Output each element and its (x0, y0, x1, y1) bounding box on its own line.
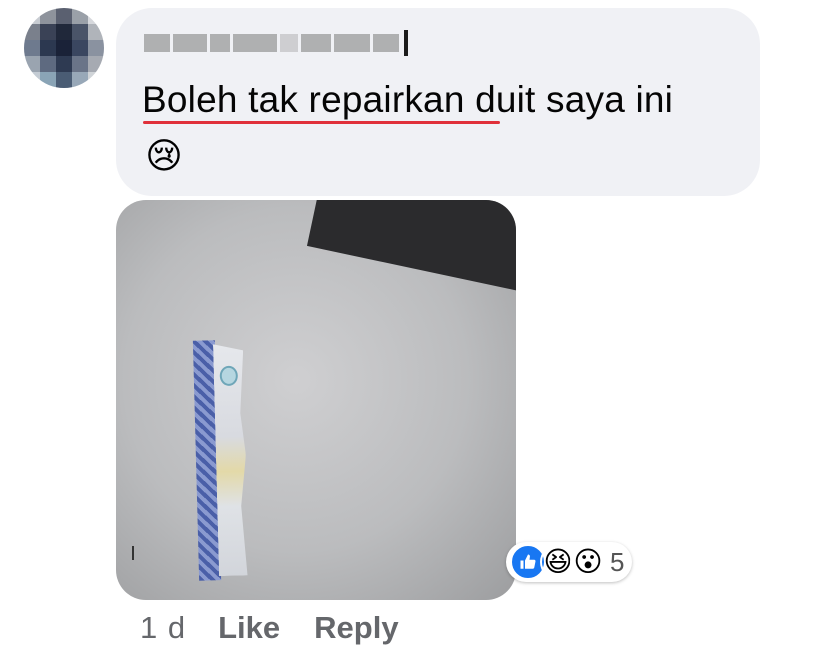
torn-banknote (192, 339, 255, 581)
spellcheck-underline (143, 121, 500, 124)
photo-table-edge (306, 200, 516, 292)
reply-button[interactable]: Reply (314, 610, 398, 646)
avatar[interactable] (24, 8, 104, 88)
photo-mark (132, 546, 134, 560)
comment-thread: Boleh tak repairkan duit saya ini 😢 😆 😮 … (0, 0, 828, 652)
like-button[interactable]: Like (218, 610, 280, 646)
comment-author-name[interactable] (144, 28, 408, 58)
reaction-count: 5 (610, 546, 625, 577)
comment-timestamp[interactable]: 1 d (140, 610, 186, 646)
comment-text: Boleh tak repairkan duit saya ini (142, 79, 674, 120)
reactions-badge[interactable]: 😆 😮 5 (506, 542, 633, 582)
comment-photo[interactable] (116, 200, 516, 600)
crying-face-icon: 😢 (145, 135, 183, 176)
wow-icon: 😮 (570, 544, 606, 580)
comment-actions: 1 d Like Reply (140, 608, 433, 648)
